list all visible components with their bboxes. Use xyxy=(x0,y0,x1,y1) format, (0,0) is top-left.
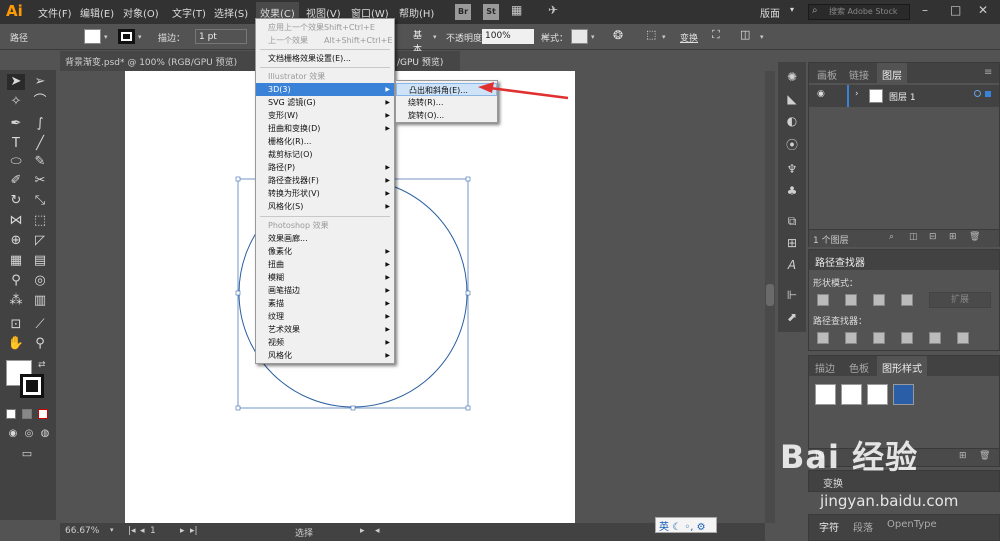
moon-icon[interactable]: ☾ xyxy=(672,522,681,533)
watermark-url: jingyan.baidu.com xyxy=(820,492,959,510)
arrow-head xyxy=(478,82,494,93)
arrow-shaft xyxy=(489,86,569,100)
ime-language[interactable]: 英 xyxy=(659,522,669,533)
punctuation-icon[interactable]: ◦, xyxy=(684,522,693,533)
ime-toolbar[interactable]: 英 ☾ ◦, ⚙ xyxy=(655,517,717,533)
watermark-logo: Bai 经验 xyxy=(780,438,919,476)
gear-icon[interactable]: ⚙ xyxy=(697,522,706,533)
